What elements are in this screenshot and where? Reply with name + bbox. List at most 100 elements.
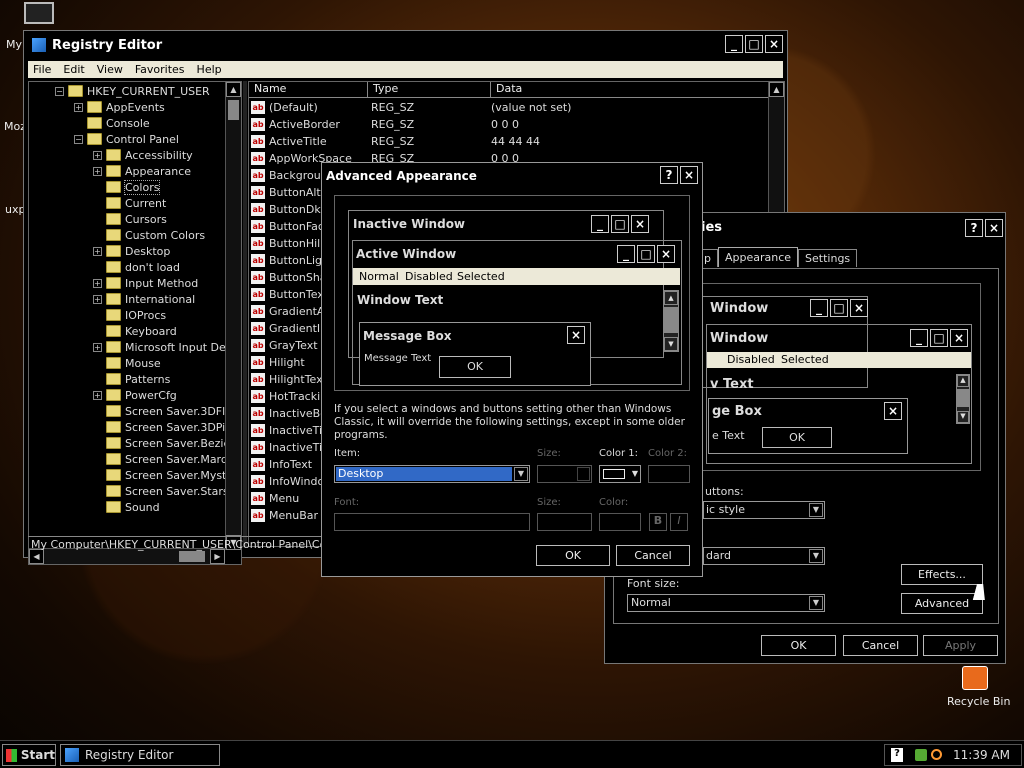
column-header-data[interactable]: Data (491, 82, 768, 97)
maximize-button[interactable]: □ (745, 35, 763, 53)
list-item[interactable]: ab ActiveBorder REG_SZ 0 0 0 (251, 116, 519, 133)
font-color-picker[interactable] (599, 513, 641, 531)
preview-scrollbar[interactable]: ▲ ▼ (663, 290, 679, 352)
style-dropdown-arrow-icon[interactable]: ▼ (809, 503, 823, 517)
tree-item[interactable]: Screen Saver.Marqu (93, 451, 235, 467)
collapse-icon[interactable]: − (55, 86, 64, 96)
tree-item[interactable]: + PowerCfg (93, 387, 177, 403)
menu-help[interactable]: Help (197, 63, 222, 76)
preview-ok-button[interactable]: OK (439, 356, 511, 378)
dialog-ok-button[interactable]: OK (536, 545, 610, 566)
tree-item[interactable]: + Appearance (93, 163, 191, 179)
desktop-icon-label-my[interactable]: My (6, 38, 22, 51)
size-spinner[interactable] (537, 465, 592, 483)
tree-item[interactable]: Custom Colors (93, 227, 205, 243)
bold-button[interactable]: B (649, 513, 667, 531)
preview-window-text[interactable]: Window Text (357, 293, 443, 307)
tree-item[interactable]: + Desktop (93, 243, 170, 259)
tree-item[interactable]: Screen Saver.Mystif (93, 467, 233, 483)
scroll-up-arrow-icon[interactable]: ▲ (226, 82, 241, 97)
expand-icon[interactable]: + (93, 246, 102, 256)
tree-item[interactable]: Screen Saver.Stars (93, 483, 229, 499)
font-size-dropdown[interactable]: Normal ▼ (627, 594, 825, 612)
display-ok-button[interactable]: OK (761, 635, 836, 656)
column-header-type[interactable]: Type (368, 82, 491, 97)
start-button[interactable]: Start (2, 744, 56, 766)
tree-item[interactable]: + Microsoft Input Dev (93, 339, 232, 355)
tree-item[interactable]: + Input Method (93, 275, 198, 291)
tab-appearance[interactable]: Appearance (717, 247, 799, 267)
clock[interactable]: 11:39 AM (953, 748, 1010, 762)
display-close-button[interactable]: × (985, 219, 1003, 237)
preview-menu-disabled[interactable]: Disabled (405, 270, 453, 283)
tree-item[interactable]: Keyboard (93, 323, 177, 339)
tree-item[interactable]: IOProcs (93, 307, 166, 323)
expand-icon[interactable]: + (93, 390, 102, 400)
tree-item[interactable]: − HKEY_CURRENT_USER (55, 83, 210, 99)
advanced-appearance-titlebar[interactable]: Advanced Appearance (322, 163, 702, 189)
registry-editor-titlebar[interactable]: Registry Editor (24, 31, 787, 59)
list-item[interactable]: ab ActiveTitle REG_SZ 44 44 44 (251, 133, 540, 150)
tree-item[interactable]: Cursors (93, 211, 167, 227)
help-button[interactable]: ? (965, 219, 983, 237)
color1-arrow-icon[interactable]: ▼ (632, 469, 638, 478)
color2-picker[interactable] (648, 465, 690, 483)
display-cancel-button[interactable]: Cancel (843, 635, 918, 656)
expand-icon[interactable]: + (74, 102, 83, 112)
collapse-icon[interactable]: − (74, 134, 83, 144)
tab-settings[interactable]: Settings (798, 249, 858, 267)
expand-icon[interactable]: + (93, 342, 102, 352)
tree-item[interactable]: Screen Saver.Bezie (93, 435, 230, 451)
recycle-bin-label[interactable]: Recycle Bin (947, 695, 1010, 708)
advanced-button[interactable]: Advanced (901, 593, 983, 614)
tree-item[interactable]: don't load (93, 259, 180, 275)
menu-edit[interactable]: Edit (63, 63, 84, 76)
menu-view[interactable]: View (97, 63, 123, 76)
dialog-help-button[interactable]: ? (660, 166, 678, 184)
apply-button[interactable]: Apply (923, 635, 998, 656)
font-size-dropdown-arrow-icon[interactable]: ▼ (809, 596, 823, 610)
scroll-thumb[interactable] (228, 100, 239, 120)
scheme-dropdown-arrow-icon[interactable]: ▼ (809, 549, 823, 563)
preview-message-text[interactable]: Message Text (364, 353, 431, 364)
menu-favorites[interactable]: Favorites (135, 63, 185, 76)
expand-icon[interactable]: + (93, 278, 102, 288)
expand-icon[interactable]: + (93, 294, 102, 304)
active-window-title[interactable]: Active Window (356, 247, 456, 261)
taskbar-task-registry-editor[interactable]: Registry Editor (60, 744, 220, 766)
scheme-dropdown[interactable]: dard ▼ (703, 547, 825, 565)
font-dropdown[interactable] (334, 513, 530, 531)
column-header-name[interactable]: Name (249, 82, 368, 97)
expand-icon[interactable]: + (93, 150, 102, 160)
size-spinner-arrows-icon[interactable] (577, 467, 590, 481)
list-item[interactable]: ab (Default) REG_SZ (value not set) (251, 99, 571, 116)
font-size-dropdown[interactable] (537, 513, 592, 531)
inactive-window-title[interactable]: Inactive Window (353, 217, 465, 231)
style-dropdown[interactable]: ic style ▼ (703, 501, 825, 519)
preview-menu-normal[interactable]: Normal (359, 270, 399, 283)
italic-button[interactable]: I (670, 513, 688, 531)
dialog-close-button[interactable]: × (680, 166, 698, 184)
appearance-preview[interactable]: Inactive Window _ □ × Active Window _ □ … (334, 195, 690, 391)
close-button[interactable]: × (765, 35, 783, 53)
tree-item[interactable]: Sound (93, 499, 160, 515)
recycle-bin-icon[interactable] (962, 666, 988, 690)
expand-icon[interactable]: + (93, 166, 102, 176)
tree-item[interactable]: + AppEvents (74, 99, 165, 115)
menu-file[interactable]: File (33, 63, 51, 76)
effects-button[interactable]: Effects... (901, 564, 983, 585)
preview-message-box-title[interactable]: Message Box (363, 329, 452, 343)
item-dropdown-arrow-icon[interactable]: ▼ (514, 467, 528, 481)
tray-network-icon[interactable] (915, 749, 927, 761)
key-tree[interactable]: Sound Screen Saver.Stars Screen Saver.Myst… (28, 81, 242, 565)
pane-splitter[interactable] (243, 81, 247, 547)
tree-item[interactable]: − Control Panel (74, 131, 179, 147)
tree-vertical-scrollbar[interactable]: ▲ ▼ (225, 82, 241, 550)
tree-item[interactable]: Screen Saver.3DFly (93, 403, 232, 419)
tree-item[interactable]: + Accessibility (93, 147, 193, 163)
color1-picker[interactable]: ▼ (599, 465, 641, 483)
tree-item[interactable]: Console (74, 115, 150, 131)
tray-help-icon[interactable]: ? (891, 748, 903, 762)
tree-item[interactable]: Screen Saver.3DPip (93, 419, 232, 435)
tree-item[interactable]: Mouse (93, 355, 161, 371)
